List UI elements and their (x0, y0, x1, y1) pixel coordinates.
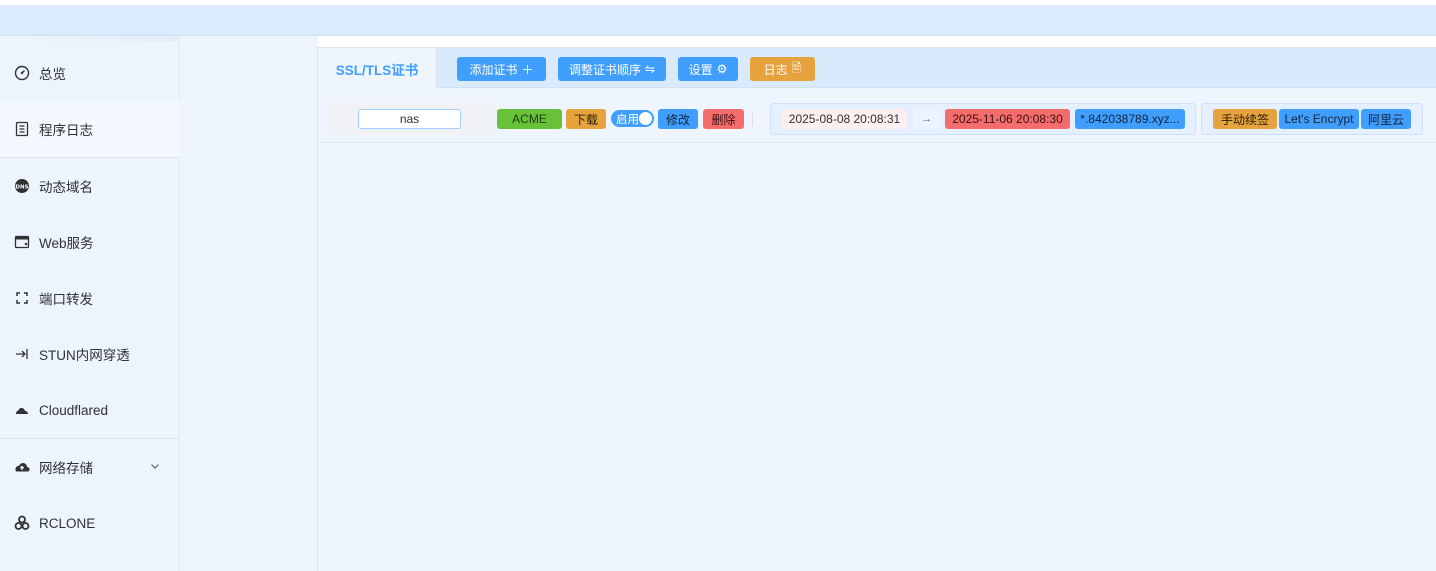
settings-button[interactable]: 设置 ⚙ (678, 57, 738, 81)
add-cert-label: 添加证书 (469, 62, 518, 77)
cloud-upload-icon (13, 458, 31, 476)
log-button[interactable]: 日志 🗎 (750, 57, 815, 81)
tab-ssl-tls[interactable]: SSL/TLS证书 (318, 48, 437, 89)
add-cert-button[interactable]: 添加证书 ＋ (457, 57, 546, 81)
sidebar-item-overview[interactable]: 总览 (0, 45, 180, 101)
plus-icon: ＋ (521, 62, 534, 77)
sidebar-item-label: 网络存储 (39, 461, 93, 476)
reorder-certs-button[interactable]: 调整证书顺序 ⇋ (558, 57, 666, 81)
dns-icon: DNS (13, 177, 31, 195)
delete-button[interactable]: 删除 (703, 109, 744, 129)
enable-toggle[interactable]: 启用 (611, 110, 654, 127)
sidebar-item-label: 程序日志 (39, 123, 93, 138)
sidebar-item-port-forward[interactable]: 端口转发 (0, 270, 180, 326)
sidebar-accent (0, 36, 183, 41)
sidebar: 总览 程序日志 DNS 动态域名 Web服务 端口转发 STUN内网穿透 Clo… (0, 36, 183, 571)
cloud-icon (13, 401, 31, 419)
stun-icon (13, 345, 31, 363)
reorder-label: 调整证书顺序 (568, 62, 641, 77)
sidebar-item-label: 总览 (39, 67, 66, 82)
issued-date: 2025-08-08 20:08:31 (782, 109, 907, 129)
sidebar-item-label: RCLONE (39, 515, 96, 531)
sidebar-item-cloudflared[interactable]: Cloudflared (0, 382, 180, 438)
sidebar-item-label: 端口转发 (39, 292, 93, 307)
sidebar-item-ddns[interactable]: DNS 动态域名 (0, 158, 180, 214)
svg-text:DNS: DNS (15, 184, 28, 190)
tab-label: SSL/TLS证书 (335, 62, 419, 78)
edit-button[interactable]: 修改 (658, 109, 698, 129)
settings-label: 设置 (688, 62, 713, 77)
sidebar-item-logs[interactable]: 程序日志 (0, 101, 180, 157)
main-panel: SSL/TLS证书 添加证书 ＋ 调整证书顺序 ⇋ 设置 ⚙ 日志 🗎 nas … (317, 47, 1436, 571)
dns-provider-tag: 阿里云 (1361, 109, 1411, 129)
sidebar-item-label: STUN内网穿透 (39, 348, 130, 363)
cert-domain: *.842038789.xyz... (1075, 109, 1185, 129)
ca-tag: Let's Encrypt (1279, 109, 1359, 129)
dashboard-icon (13, 64, 31, 82)
manual-renew-button[interactable]: 手动续签 (1213, 109, 1277, 129)
validity-box: 2025-08-08 20:08:31 → 2025-11-06 20:08:3… (770, 103, 1196, 135)
web-icon (13, 233, 31, 251)
cert-type-tag: ACME (497, 109, 562, 129)
enable-toggle-label: 启用 (616, 113, 639, 126)
rclone-icon (13, 514, 31, 532)
sidebar-item-label: Cloudflared (39, 402, 109, 418)
sidebar-item-label: 动态域名 (39, 180, 93, 195)
log-label: 日志 (763, 62, 788, 77)
sidebar-item-label: Web服务 (39, 236, 94, 251)
content-gutter (180, 36, 318, 571)
sidebar-item-rclone[interactable]: RCLONE (0, 495, 180, 551)
provider-box: 手动续签 Let's Encrypt 阿里云 (1201, 103, 1423, 135)
sidebar-item-web[interactable]: Web服务 (0, 214, 180, 270)
cert-name-field[interactable]: nas (358, 109, 461, 129)
row-divider (752, 112, 753, 126)
port-forward-icon (13, 289, 31, 307)
chevron-down-icon (150, 459, 160, 474)
sidebar-item-network-storage[interactable]: 网络存储 (0, 439, 180, 495)
swap-icon: ⇋ (644, 62, 656, 76)
top-header-bar (0, 5, 1436, 36)
arrow-right-icon: → (913, 109, 940, 129)
log-icon (13, 120, 31, 138)
gear-icon: ⚙ (716, 62, 728, 76)
cert-name-box: nas (330, 103, 493, 135)
cert-row: nas ACME 下载 启用 修改 删除 2025-08-08 20:08:31… (318, 96, 1436, 143)
download-button[interactable]: 下载 (566, 109, 606, 129)
tab-bar: SSL/TLS证书 添加证书 ＋ 调整证书顺序 ⇋ 设置 ⚙ 日志 🗎 (318, 48, 1436, 89)
toggle-knob (639, 112, 652, 125)
sidebar-item-stun[interactable]: STUN内网穿透 (0, 326, 180, 382)
expiry-date: 2025-11-06 20:08:30 (945, 109, 1070, 129)
document-icon: 🗎 (791, 60, 802, 75)
